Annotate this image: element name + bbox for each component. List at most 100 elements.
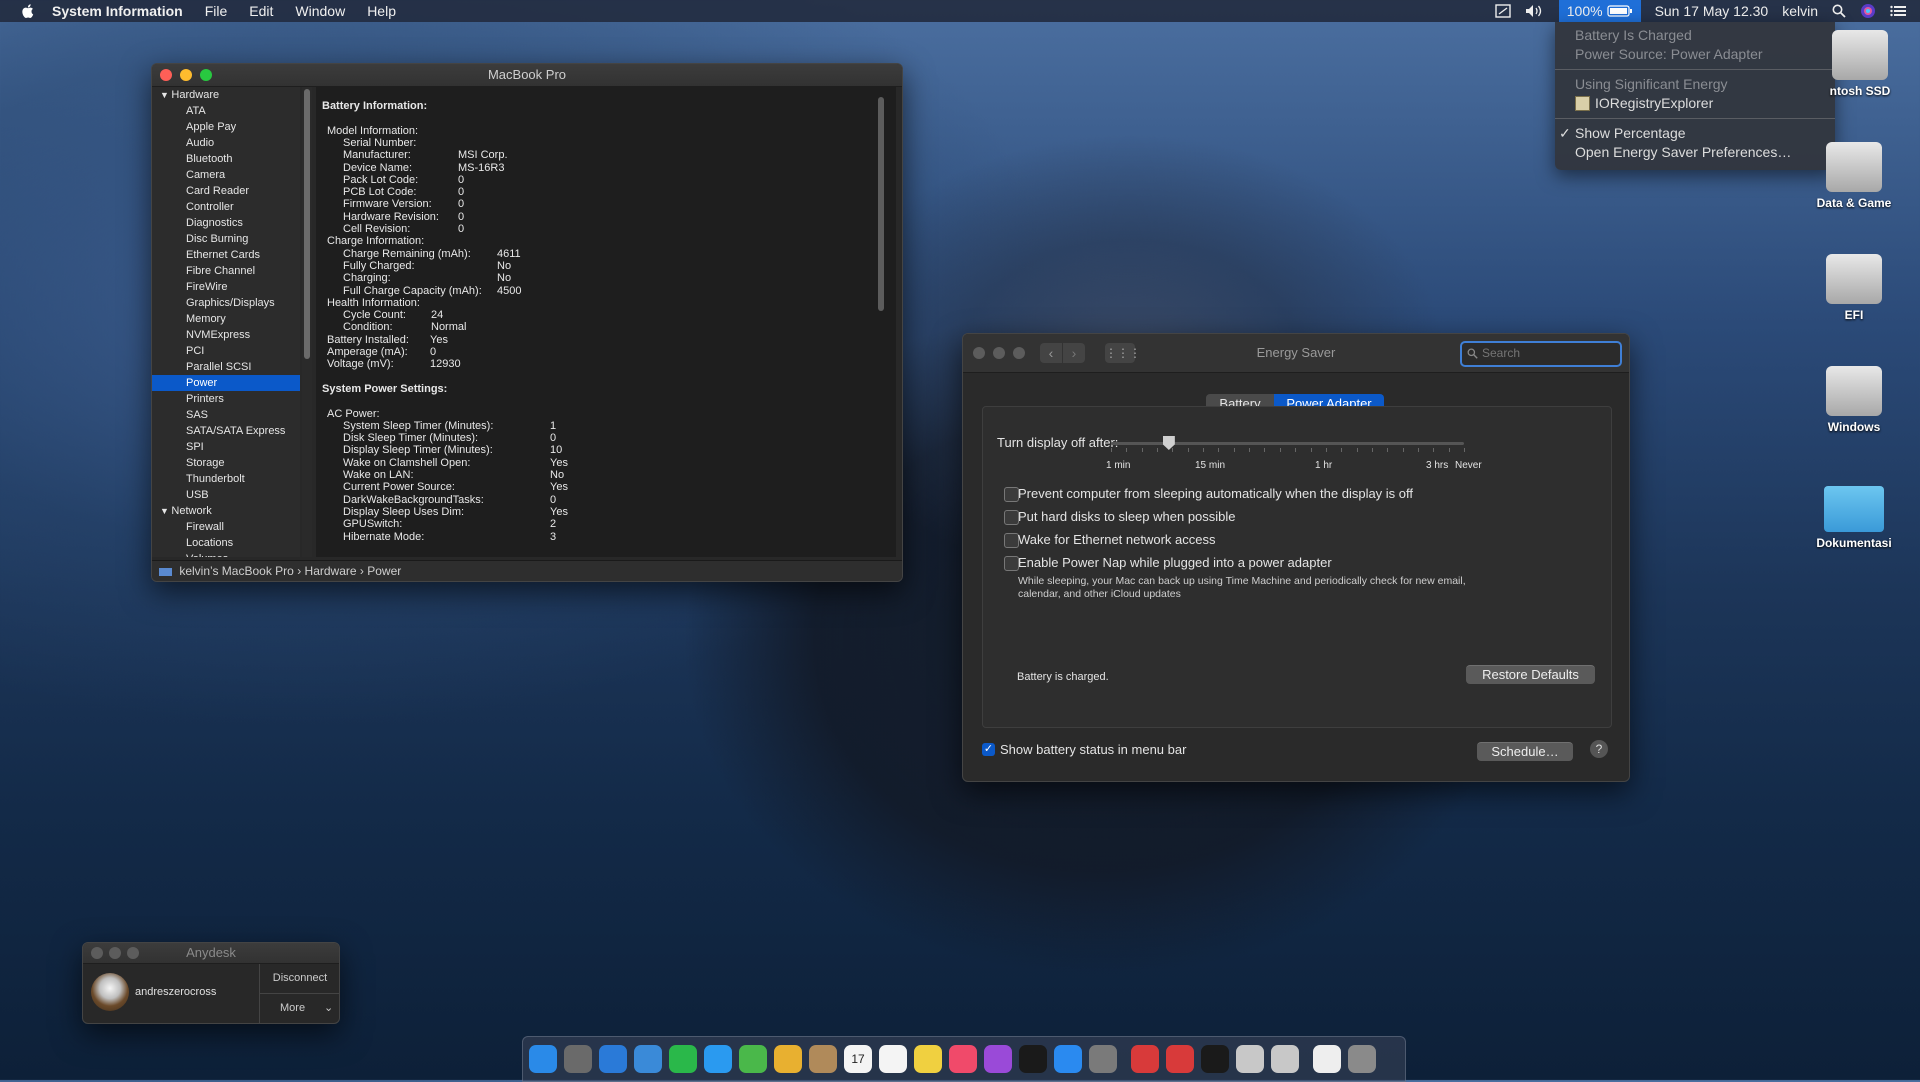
display-mirror-icon[interactable] xyxy=(1495,4,1511,18)
search-field[interactable] xyxy=(1460,341,1622,367)
anydesk2-icon[interactable] xyxy=(1166,1045,1194,1073)
appstore-icon[interactable] xyxy=(1054,1045,1082,1073)
significant-energy-app[interactable]: IORegistryExplorer xyxy=(1555,94,1835,113)
forward-button[interactable]: › xyxy=(1063,343,1085,363)
contacts-icon[interactable] xyxy=(809,1045,837,1073)
tv-icon[interactable] xyxy=(1019,1045,1047,1073)
open-energy-saver-item[interactable]: Open Energy Saver Preferences… xyxy=(1555,143,1835,162)
sidebar-item[interactable]: Disc Burning xyxy=(152,231,300,247)
sidebar-group[interactable]: ▼ Hardware xyxy=(152,87,300,103)
path-item[interactable]: kelvin’s MacBook Pro xyxy=(179,564,294,578)
window-titlebar[interactable]: MacBook Pro xyxy=(152,64,902,87)
sidebar-item[interactable]: Apple Pay xyxy=(152,119,300,135)
display-sleep-slider[interactable] xyxy=(1111,436,1465,452)
terminal-icon[interactable] xyxy=(1201,1045,1229,1073)
sidebar-item[interactable]: Bluetooth xyxy=(152,151,300,167)
ioreg-icon[interactable] xyxy=(1271,1045,1299,1073)
sidebar-item[interactable]: ATA xyxy=(152,103,300,119)
sidebar-item[interactable]: Ethernet Cards xyxy=(152,247,300,263)
notes-icon[interactable] xyxy=(914,1045,942,1073)
safari-icon[interactable] xyxy=(599,1045,627,1073)
sidebar-item[interactable]: Storage xyxy=(152,455,300,471)
anydesk-icon[interactable] xyxy=(1131,1045,1159,1073)
sidebar-item[interactable]: Camera xyxy=(152,167,300,183)
sidebar-item[interactable]: Firewall xyxy=(152,519,300,535)
zoom-icon[interactable] xyxy=(1013,347,1025,359)
messages-icon[interactable] xyxy=(704,1045,732,1073)
launchpad-icon[interactable] xyxy=(564,1045,592,1073)
sidebar-item[interactable]: Card Reader xyxy=(152,183,300,199)
sidebar-item[interactable]: Thunderbolt xyxy=(152,471,300,487)
path-item[interactable]: Hardware xyxy=(305,564,357,578)
minimize-icon[interactable] xyxy=(109,947,121,959)
sidebar-item[interactable]: Volumes xyxy=(152,551,300,557)
volume-icon[interactable] xyxy=(1525,4,1545,18)
sidebar-item[interactable]: SATA/SATA Express xyxy=(152,423,300,439)
zoom-icon[interactable] xyxy=(127,947,139,959)
sidebar-item[interactable]: Audio xyxy=(152,135,300,151)
disconnect-button[interactable]: Disconnect xyxy=(259,964,339,994)
sidebar-item[interactable]: Parallel SCSI xyxy=(152,359,300,375)
sidebar-item[interactable]: Printers xyxy=(152,391,300,407)
sidebar-item[interactable]: PCI xyxy=(152,343,300,359)
maps-icon[interactable] xyxy=(739,1045,767,1073)
sidebar-item[interactable]: Memory xyxy=(152,311,300,327)
desktop-icon-data-game[interactable]: Data & Game xyxy=(1794,142,1914,210)
content-scrollbar[interactable] xyxy=(878,97,884,311)
menu-window[interactable]: Window xyxy=(295,3,345,19)
disclosure-triangle-icon[interactable]: ▼ xyxy=(160,90,171,100)
menu-file[interactable]: File xyxy=(205,3,228,19)
reminders-icon[interactable] xyxy=(879,1045,907,1073)
photos-icon[interactable] xyxy=(774,1045,802,1073)
desktop-icon-dokumentasi[interactable]: Dokumentasi xyxy=(1794,486,1914,550)
restore-defaults-button[interactable]: Restore Defaults xyxy=(1466,665,1595,684)
close-icon[interactable] xyxy=(160,69,172,81)
menu-edit[interactable]: Edit xyxy=(249,3,273,19)
syspref-icon[interactable] xyxy=(1089,1045,1117,1073)
apple-icon[interactable] xyxy=(20,3,34,19)
battery-status[interactable]: 100% xyxy=(1558,0,1641,22)
calendar-icon[interactable]: 17 xyxy=(844,1045,872,1073)
menu-help[interactable]: Help xyxy=(367,3,396,19)
search-input[interactable] xyxy=(1480,345,1614,361)
power-nap-checkbox[interactable] xyxy=(1004,556,1019,571)
clock[interactable]: Sun 17 May 12.30 xyxy=(1655,3,1769,19)
sidebar-item[interactable]: SAS xyxy=(152,407,300,423)
sidebar-item[interactable]: SPI xyxy=(152,439,300,455)
sidebar-item[interactable]: Fibre Channel xyxy=(152,263,300,279)
show-all-grid-icon[interactable]: ⋮⋮⋮ xyxy=(1105,343,1141,363)
desktop-icon-macintosh-ssd[interactable]: ntosh SSD xyxy=(1800,30,1920,98)
disk-sleep-checkbox[interactable] xyxy=(1004,510,1019,525)
preview-icon[interactable] xyxy=(1236,1045,1264,1073)
sidebar-item[interactable]: USB xyxy=(152,487,300,503)
close-icon[interactable] xyxy=(973,347,985,359)
user-menu[interactable]: kelvin xyxy=(1782,3,1818,19)
minimize-icon[interactable] xyxy=(180,69,192,81)
music-icon[interactable] xyxy=(949,1045,977,1073)
show-percentage-item[interactable]: ✓ Show Percentage xyxy=(1555,124,1835,143)
document-icon[interactable] xyxy=(1313,1045,1341,1073)
more-button[interactable]: More ⌄ xyxy=(259,994,339,1023)
app-menu[interactable]: System Information xyxy=(52,3,183,19)
mail-icon[interactable] xyxy=(634,1045,662,1073)
show-battery-checkbox[interactable]: ✓ xyxy=(982,743,995,756)
sidebar-item[interactable]: FireWire xyxy=(152,279,300,295)
zoom-icon[interactable] xyxy=(200,69,212,81)
notification-center-icon[interactable] xyxy=(1890,5,1906,17)
facetime-icon[interactable] xyxy=(669,1045,697,1073)
close-icon[interactable] xyxy=(91,947,103,959)
finder-icon[interactable] xyxy=(529,1045,557,1073)
siri-icon[interactable] xyxy=(1860,3,1876,19)
desktop-icon-windows[interactable]: Windows xyxy=(1794,366,1914,434)
path-item[interactable]: Power xyxy=(367,564,401,578)
sidebar-scrollbar[interactable] xyxy=(302,87,312,557)
window-titlebar[interactable]: ‹ › ⋮⋮⋮ Energy Saver xyxy=(963,334,1629,373)
sidebar-item[interactable]: Diagnostics xyxy=(152,215,300,231)
sidebar-item[interactable]: Graphics/Displays xyxy=(152,295,300,311)
sidebar-item[interactable]: Locations xyxy=(152,535,300,551)
disclosure-triangle-icon[interactable]: ▼ xyxy=(160,506,171,516)
prevent-sleep-checkbox[interactable] xyxy=(1004,487,1019,502)
sidebar-group[interactable]: ▼ Network xyxy=(152,503,300,519)
minimize-icon[interactable] xyxy=(993,347,1005,359)
spotlight-search-icon[interactable] xyxy=(1832,4,1846,18)
